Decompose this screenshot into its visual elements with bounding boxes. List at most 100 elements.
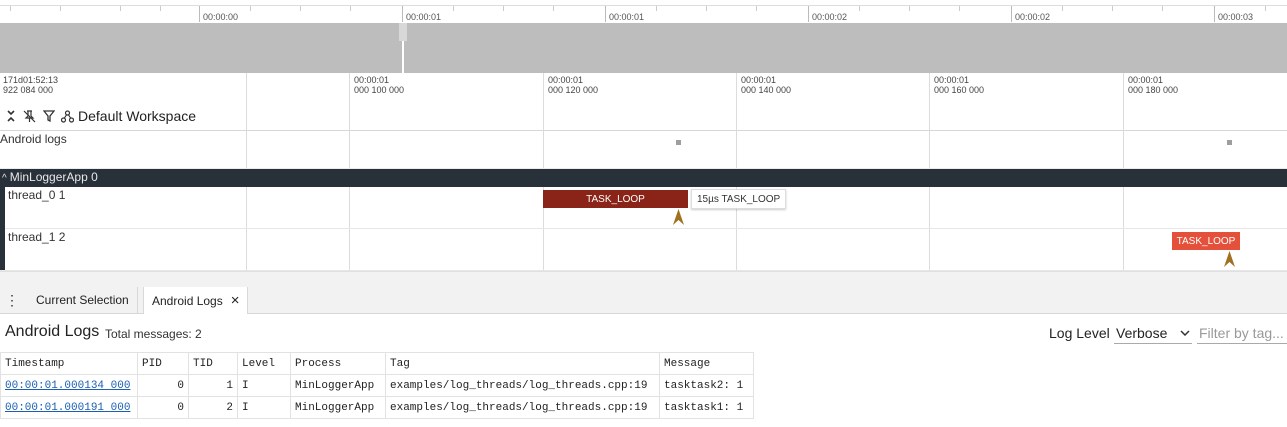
workspace-toolbar: Default Workspace [4,106,196,126]
tag-filter-input[interactable] [1197,322,1287,344]
viewport-indicator[interactable] [399,23,407,73]
ruler-top-line [0,5,1287,6]
ruler-label: 00:00:00 [203,12,239,22]
timestamp-main: 00:00:01.000 [5,379,85,392]
column-header-pid[interactable]: PID [137,352,189,375]
ruler-minor-tick [250,6,251,11]
time-tick-line1: 00:00:01 [1128,75,1164,85]
viewport-handle[interactable] [399,23,407,41]
track-thread-0[interactable]: thread_0 1 TASK_LOOP 15µs TASK_LOOP [0,187,1287,229]
grid-line [736,131,737,168]
timestamp-nano: 000 [110,379,131,392]
ruler-minor-tick [120,6,121,11]
log-marker[interactable] [676,140,681,145]
track-thread-1[interactable]: thread_1 2 TASK_LOOP [0,229,1287,271]
track-title: Android logs [0,132,67,146]
grid-line [543,73,544,130]
column-header-message[interactable]: Message [659,352,754,375]
marker-arrow-icon [673,209,684,225]
grid-line [736,73,737,130]
tab-android-logs[interactable]: Android Logs × [143,287,249,314]
ruler-label: 00:00:03 [1218,12,1254,22]
grid-line [929,187,930,228]
time-tick-line1: 00:00:01 [354,75,390,85]
tab-current-selection[interactable]: Current Selection [28,287,138,313]
column-header-tag[interactable]: Tag [385,352,660,375]
grid-line [1123,131,1124,168]
track-android-logs[interactable]: Android logs [0,131,1287,169]
column-header-timestamp[interactable]: Timestamp [0,352,138,375]
log-marker[interactable] [1227,140,1232,145]
cell-process: MinLoggerApp [290,396,386,419]
tab-label: Current Selection [36,293,129,307]
filter-icon[interactable] [42,109,55,123]
time-tick-label: 00:00:01 000 100 000 [354,75,404,95]
time-tick-line2: 000 180 000 [1128,85,1179,95]
track-shell-divider[interactable] [246,73,247,130]
ruler-minor-tick [1112,6,1113,11]
timestamp-micro: 191 [84,401,105,414]
chevron-up-icon[interactable]: ^ [2,173,7,184]
collapse-all-icon[interactable] [4,109,17,123]
cell-tid: 2 [188,396,238,419]
time-tick-label: 00:00:01 000 160 000 [934,75,984,95]
cell-message: tasktask1: 1 [659,396,754,419]
table-row[interactable]: 00:00:01.000134 000 0 1 I MinLoggerApp e… [0,374,754,397]
track-title: thread_1 2 [8,230,66,244]
overview-timeline[interactable] [0,23,1287,73]
more-vert-icon[interactable]: ⋮ [2,287,22,313]
grid-line [1123,229,1124,270]
cell-tag: examples/log_threads/log_threads.cpp:19 [385,374,660,397]
viewport-line [402,41,404,73]
time-axis-header: 171d01:52:13 922 084 000 00:00:01 000 10… [0,73,1287,131]
overview-ruler: 00:00:00 00:00:01 00:00:01 00:00:02 00:0… [0,0,1287,23]
close-icon[interactable]: × [231,292,240,309]
ruler-minor-tick [959,6,960,11]
ruler-minor-tick [503,6,504,11]
group-rail [0,187,5,229]
cell-pid: 0 [137,396,189,419]
timestamp-link[interactable]: 00:00:01.000134 000 [5,380,130,392]
slice-task-loop[interactable]: TASK_LOOP [543,190,688,208]
ruler-tick [402,6,403,22]
ruler-minor-tick [453,6,454,11]
ruler-minor-tick [60,6,61,11]
logs-header: Android Logs Total messages: 2 Log Level… [0,314,1287,352]
cell-tid: 1 [188,374,238,397]
timestamp-link[interactable]: 00:00:01.000191 000 [5,402,130,414]
time-tick-line1: 00:00:01 [741,75,777,85]
slice-task-loop[interactable]: TASK_LOOP [1172,232,1240,250]
cell-timestamp[interactable]: 00:00:01.000134 000 [0,374,138,397]
ruler-label: 00:00:02 [812,12,848,22]
log-level-select[interactable]: Verbose [1114,322,1192,344]
timestamp-micro: 134 [84,379,105,392]
column-header-level[interactable]: Level [237,352,291,375]
grid-line [543,229,544,270]
time-tick-line1: 00:00:01 [934,75,970,85]
time-offset-line2: 922 084 000 [3,85,54,95]
time-tick-line2: 000 160 000 [934,85,985,95]
time-offset-label: 171d01:52:13 922 084 000 [3,75,58,95]
workspace-name[interactable]: Default Workspace [78,108,196,124]
table-row[interactable]: 00:00:01.000191 000 0 2 I MinLoggerApp e… [0,396,754,419]
ruler-minor-tick [656,6,657,11]
ruler-minor-tick [706,6,707,11]
ruler-label: 00:00:01 [406,12,442,22]
ruler-tick [1214,6,1215,22]
column-header-tid[interactable]: TID [188,352,238,375]
column-header-process[interactable]: Process [290,352,386,375]
ruler-minor-tick [553,6,554,11]
process-group-header[interactable]: ^ MinLoggerApp 0 [0,169,1287,187]
timestamp-nano: 000 [110,401,131,414]
log-level-value: Verbose [1116,324,1168,341]
cell-level: I [237,396,291,419]
ruler-minor-tick [10,6,11,11]
grid-line [349,187,350,228]
cell-timestamp[interactable]: 00:00:01.000191 000 [0,396,138,419]
ruler-minor-tick [859,6,860,11]
ruler-minor-tick [1162,6,1163,11]
unpin-icon[interactable] [23,109,36,123]
cell-process: MinLoggerApp [290,374,386,397]
workspace-icon[interactable] [61,109,74,123]
ruler-tick [808,6,809,22]
